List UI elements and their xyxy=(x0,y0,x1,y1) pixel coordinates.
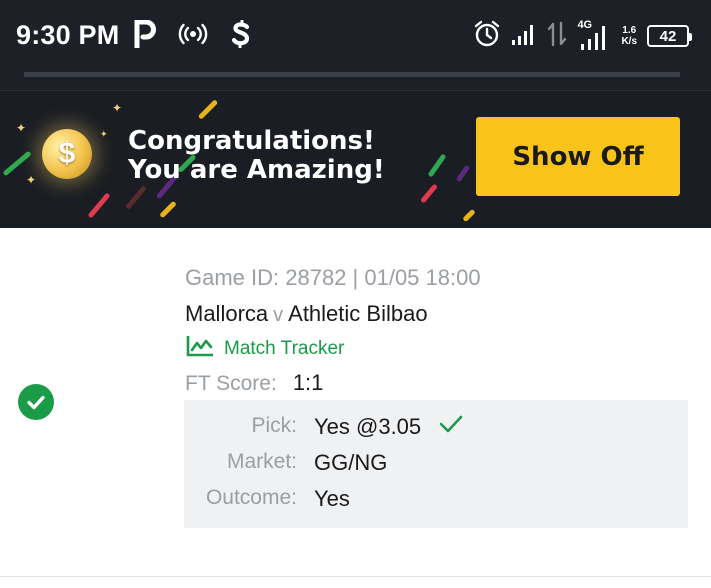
congrats-line-2: You are Amazing! xyxy=(128,155,385,185)
scroll-shade-bar xyxy=(24,72,680,77)
market-value: GG/NG xyxy=(314,450,388,475)
data-arrows-icon xyxy=(547,21,567,52)
outcome-value: Yes xyxy=(314,486,350,511)
hotspot-broadcast-icon xyxy=(178,23,208,50)
match-name: Mallorca v Athletic Bilbao xyxy=(185,301,428,327)
parking-p-icon xyxy=(134,19,156,53)
coin-icon: $ xyxy=(42,129,92,179)
sparkle-star-icon: ✦ xyxy=(100,129,108,139)
confetti-stripe xyxy=(125,185,147,210)
status-left-icons xyxy=(134,19,252,53)
scroll-shade xyxy=(0,72,711,90)
pick-value: Yes @3.05 xyxy=(314,414,422,439)
status-right-icons: 4G 1.6 K/s 42 xyxy=(473,18,692,54)
net-speed-value: 1.6 xyxy=(622,25,637,36)
battery-indicator: 42 xyxy=(647,25,692,47)
congrats-line-1: Congratulations! xyxy=(128,126,375,156)
net-speed: 1.6 K/s xyxy=(621,25,637,47)
dollar-app-icon xyxy=(230,19,252,53)
coin-symbol: $ xyxy=(58,137,76,170)
pick-value-wrap: Yes @3.05 xyxy=(314,414,463,440)
confetti-stripe xyxy=(462,208,476,223)
pick-won-check-icon xyxy=(439,414,463,440)
show-off-button[interactable]: Show Off xyxy=(476,117,680,196)
confetti-stripe xyxy=(455,164,471,183)
sparkle-star-icon: ✦ xyxy=(26,173,37,187)
congrats-message: Congratulations! You are Amazing! xyxy=(128,127,385,185)
confetti-stripe xyxy=(420,183,438,204)
match-tracker-label: Match Tracker xyxy=(224,338,345,359)
check-circle-icon xyxy=(18,384,54,420)
game-id-text: Game ID: 28782 | 01/05 18:00 xyxy=(185,265,481,290)
outcome-label: Outcome: xyxy=(205,486,297,509)
divider xyxy=(0,576,711,577)
detail-row-market: Market: GG/NG xyxy=(184,450,688,480)
battery-level: 42 xyxy=(659,27,677,45)
signal-4g-icon: 4G xyxy=(577,19,611,51)
alarm-icon xyxy=(473,20,501,53)
sparkle-star-icon: ✦ xyxy=(16,121,27,135)
status-time: 9:30 PM xyxy=(16,20,120,50)
congrats-banner: ✦ ✦ ✦ ✦ $ Congratulations! You are Amazi… xyxy=(0,90,711,228)
sparkle-star-icon: ✦ xyxy=(112,101,123,115)
signal-bars-icon xyxy=(511,22,537,51)
line-chart-icon xyxy=(186,335,214,363)
market-label: Market: xyxy=(226,450,297,473)
pick-label: Pick: xyxy=(251,414,297,437)
ft-score-row: FT Score: 1:1 xyxy=(185,370,323,396)
match-tracker-link[interactable]: Match Tracker xyxy=(186,335,344,363)
status-bar: 9:30 PM 4G 1.6 K/s 42 xyxy=(0,0,711,72)
confetti-stripe xyxy=(87,192,111,219)
confetti-stripe xyxy=(197,99,219,120)
ft-score-label: FT Score: xyxy=(185,372,277,395)
confetti-stripe xyxy=(427,153,447,178)
detail-row-pick: Pick: Yes @3.05 xyxy=(184,414,688,444)
ft-score-value: 1:1 xyxy=(292,370,324,395)
versus-label: v xyxy=(273,304,284,326)
home-team: Mallorca xyxy=(185,301,269,326)
confetti-stripe xyxy=(159,200,177,219)
bet-details-panel: Pick: Yes @3.05 Market: GG/NG Outcome: Y… xyxy=(184,400,688,528)
net-speed-unit: K/s xyxy=(621,36,637,47)
detail-row-outcome: Outcome: Yes xyxy=(184,486,688,516)
away-team: Athletic Bilbao xyxy=(288,301,428,326)
